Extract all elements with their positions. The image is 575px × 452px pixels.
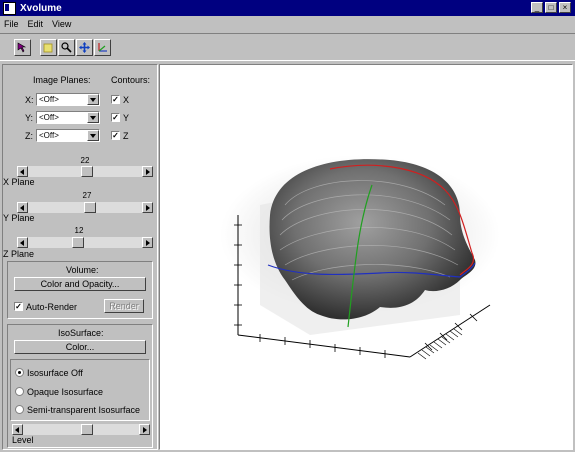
isosurface-off-radio[interactable] — [15, 368, 24, 377]
menu-view[interactable]: View — [52, 19, 71, 29]
slider-thumb[interactable] — [81, 166, 93, 177]
pan-tool-button[interactable] — [40, 38, 57, 56]
control-panel: Image Planes: Contours: X: <Off> ✓ X Y: … — [2, 64, 158, 450]
slider-thumb[interactable] — [81, 424, 93, 435]
plane-z-select[interactable]: <Off> — [36, 129, 100, 142]
zoom-tool-button[interactable] — [58, 38, 75, 56]
title-bar: Xvolume _ □ × — [0, 0, 575, 16]
plane-z-value: <Off> — [39, 131, 59, 140]
isosurface-group: IsoSurface: Color... Isosurface Off Opaq… — [7, 324, 153, 448]
contours-label: Contours: — [111, 75, 151, 85]
scroll-left-arrow[interactable] — [17, 202, 28, 213]
app-icon — [3, 1, 16, 15]
level-slider[interactable] — [12, 424, 150, 435]
plane-y-value: <Off> — [39, 113, 59, 122]
contour-y-label: Y — [123, 113, 130, 123]
move-icon — [79, 41, 90, 53]
y-plane-label: Y Plane — [3, 213, 35, 223]
scroll-left-arrow[interactable] — [17, 237, 28, 248]
menu-bar: File Edit View — [0, 16, 575, 31]
z-plane-label: Z Plane — [3, 249, 35, 259]
x-plane-label: X Plane — [3, 177, 35, 187]
plane-x-select[interactable]: <Off> — [36, 93, 100, 106]
scroll-right-arrow[interactable] — [142, 166, 153, 177]
window-title: Xvolume — [20, 2, 62, 14]
minimize-button[interactable]: _ — [531, 2, 543, 13]
menu-edit[interactable]: Edit — [28, 19, 44, 29]
level-label: Level — [12, 435, 34, 445]
volume-render — [220, 155, 500, 360]
z-plane-slider[interactable] — [17, 237, 153, 248]
plane-y-select[interactable]: <Off> — [36, 111, 100, 124]
color-opacity-button[interactable]: Color and Opacity... — [14, 277, 146, 291]
contour-x-label: X — [123, 95, 130, 105]
z-plane-value: 12 — [74, 226, 84, 235]
toolbar — [0, 33, 575, 61]
pan-icon — [43, 43, 53, 52]
scroll-left-arrow[interactable] — [12, 424, 23, 435]
contour-z-checkbox[interactable]: ✓ — [111, 131, 120, 140]
volume-label: Volume: — [66, 265, 99, 275]
plane-x-value: <Off> — [39, 95, 59, 104]
contour-z-label: Z — [123, 131, 129, 141]
plane-z-label: Z: — [25, 131, 33, 141]
close-button[interactable]: × — [559, 2, 571, 13]
render-viewport[interactable] — [159, 64, 573, 450]
maximize-button[interactable]: □ — [545, 2, 557, 13]
move-tool-button[interactable] — [76, 38, 93, 56]
rotate-tool-button[interactable] — [94, 38, 111, 56]
slider-thumb[interactable] — [72, 237, 84, 248]
x-plane-slider[interactable] — [17, 166, 153, 177]
semi-transparent-label: Semi-transparent Isosurface — [27, 405, 141, 415]
isosurface-color-button[interactable]: Color... — [14, 340, 146, 354]
semi-transparent-radio[interactable] — [15, 405, 24, 414]
opaque-isosurface-label: Opaque Isosurface — [27, 387, 104, 397]
chevron-down-icon[interactable] — [87, 94, 99, 105]
scroll-right-arrow[interactable] — [139, 424, 150, 435]
plane-y-label: Y: — [25, 113, 34, 123]
scroll-left-arrow[interactable] — [17, 166, 28, 177]
slider-thumb[interactable] — [84, 202, 96, 213]
select-tool-button[interactable] — [14, 38, 31, 56]
zoom-icon — [61, 41, 72, 53]
auto-render-checkbox[interactable]: ✓ — [14, 302, 23, 311]
rotate-icon — [98, 42, 107, 52]
isosurface-off-label: Isosurface Off — [27, 368, 83, 378]
chevron-down-icon[interactable] — [87, 112, 99, 123]
isosurface-label: IsoSurface: — [58, 328, 104, 338]
auto-render-label: Auto-Render — [26, 302, 78, 312]
opaque-isosurface-radio[interactable] — [15, 387, 24, 396]
menu-file[interactable]: File — [4, 19, 19, 29]
y-plane-slider[interactable] — [17, 202, 153, 213]
render-button[interactable]: Render — [104, 299, 144, 313]
isosurface-options: Isosurface Off Opaque Isosurface Semi-tr… — [10, 359, 150, 421]
window-controls: _ □ × — [531, 2, 571, 13]
contour-x-checkbox[interactable]: ✓ — [111, 95, 120, 104]
scroll-right-arrow[interactable] — [142, 202, 153, 213]
select-icon — [17, 41, 27, 53]
volume-group: Volume: Color and Opacity... ✓ Auto-Rend… — [7, 261, 153, 319]
y-plane-value: 27 — [82, 191, 92, 200]
chevron-down-icon[interactable] — [87, 130, 99, 141]
contour-y-checkbox[interactable]: ✓ — [111, 113, 120, 122]
scroll-right-arrow[interactable] — [142, 237, 153, 248]
x-plane-value: 22 — [80, 156, 90, 165]
plane-x-label: X: — [25, 95, 34, 105]
image-planes-label: Image Planes: — [33, 75, 91, 85]
